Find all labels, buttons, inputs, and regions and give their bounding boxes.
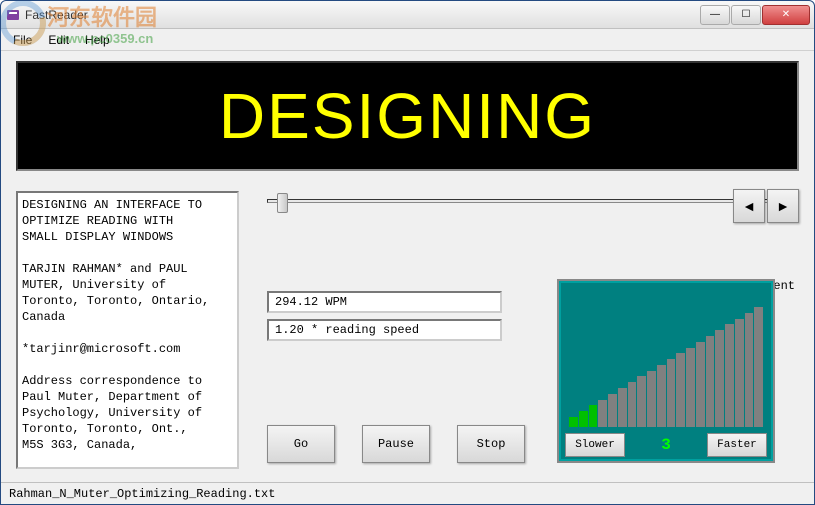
- speed-bar: [735, 319, 744, 427]
- close-button[interactable]: ✕: [762, 5, 810, 25]
- speed-bar: [598, 400, 607, 427]
- speed-bar: [676, 353, 685, 427]
- speed-bar: [569, 417, 578, 427]
- app-window: 河东软件园 www.pc0359.cn FastReader — ☐ ✕ Fil…: [0, 0, 815, 505]
- speed-bar: [657, 365, 666, 427]
- menubar: File Edit Help: [1, 29, 814, 51]
- window-controls: — ☐ ✕: [700, 5, 810, 25]
- prev-button[interactable]: ◄: [733, 189, 765, 223]
- menu-file[interactable]: File: [5, 31, 40, 49]
- go-button[interactable]: Go: [267, 425, 335, 463]
- speed-bar: [628, 382, 637, 427]
- stop-button[interactable]: Stop: [457, 425, 525, 463]
- speed-visualizer: Slower 3 Faster: [557, 279, 775, 463]
- controls-column: ◄ ► 0 percent 294.12 WPM 1.20 * reading …: [247, 191, 799, 469]
- speed-bar: [754, 307, 763, 427]
- menu-edit[interactable]: Edit: [40, 31, 77, 49]
- position-slider-track[interactable]: [267, 199, 793, 203]
- status-filename: Rahman_N_Muter_Optimizing_Reading.txt: [9, 487, 275, 501]
- next-button[interactable]: ►: [767, 189, 799, 223]
- speed-level: 3: [661, 436, 671, 454]
- app-icon: [5, 7, 21, 23]
- speed-readout: 1.20 * reading speed: [267, 319, 502, 341]
- speed-bar: [667, 359, 676, 427]
- speed-bar: [637, 376, 646, 427]
- speed-bar: [579, 411, 588, 427]
- slower-button[interactable]: Slower: [565, 433, 625, 457]
- arrow-left-icon: ◄: [742, 198, 756, 214]
- speed-bar: [589, 405, 598, 427]
- source-text-panel[interactable]: DESIGNING AN INTERFACE TO OPTIMIZE READI…: [16, 191, 239, 469]
- speed-bar: [745, 313, 754, 427]
- faster-button[interactable]: Faster: [707, 433, 767, 457]
- position-slider-thumb[interactable]: [277, 193, 288, 213]
- content-area: DESIGNING DESIGNING AN INTERFACE TO OPTI…: [1, 51, 814, 482]
- action-buttons: Go Pause Stop: [267, 425, 525, 463]
- speed-bar: [608, 394, 617, 427]
- wpm-readout: 294.12 WPM: [267, 291, 502, 313]
- arrow-right-icon: ►: [776, 198, 790, 214]
- titlebar: FastReader — ☐ ✕: [1, 1, 814, 29]
- speed-bar: [725, 324, 734, 427]
- speed-bar: [715, 330, 724, 427]
- minimize-button[interactable]: —: [700, 5, 730, 25]
- word-display-panel: DESIGNING: [16, 61, 799, 171]
- speed-bar: [686, 348, 695, 427]
- maximize-button[interactable]: ☐: [731, 5, 761, 25]
- statusbar: Rahman_N_Muter_Optimizing_Reading.txt: [1, 482, 814, 504]
- speed-bar: [696, 342, 705, 427]
- nav-arrows: ◄ ►: [733, 189, 799, 223]
- pause-button[interactable]: Pause: [362, 425, 430, 463]
- menu-help[interactable]: Help: [77, 31, 118, 49]
- speed-bar: [618, 388, 627, 427]
- window-title: FastReader: [25, 8, 700, 22]
- current-word: DESIGNING: [219, 79, 596, 153]
- speed-bar: [647, 371, 656, 427]
- lower-panel: DESIGNING AN INTERFACE TO OPTIMIZE READI…: [16, 191, 799, 469]
- speed-bar: [706, 336, 715, 427]
- speed-controls: Slower 3 Faster: [565, 433, 767, 457]
- speed-bars: [569, 307, 763, 427]
